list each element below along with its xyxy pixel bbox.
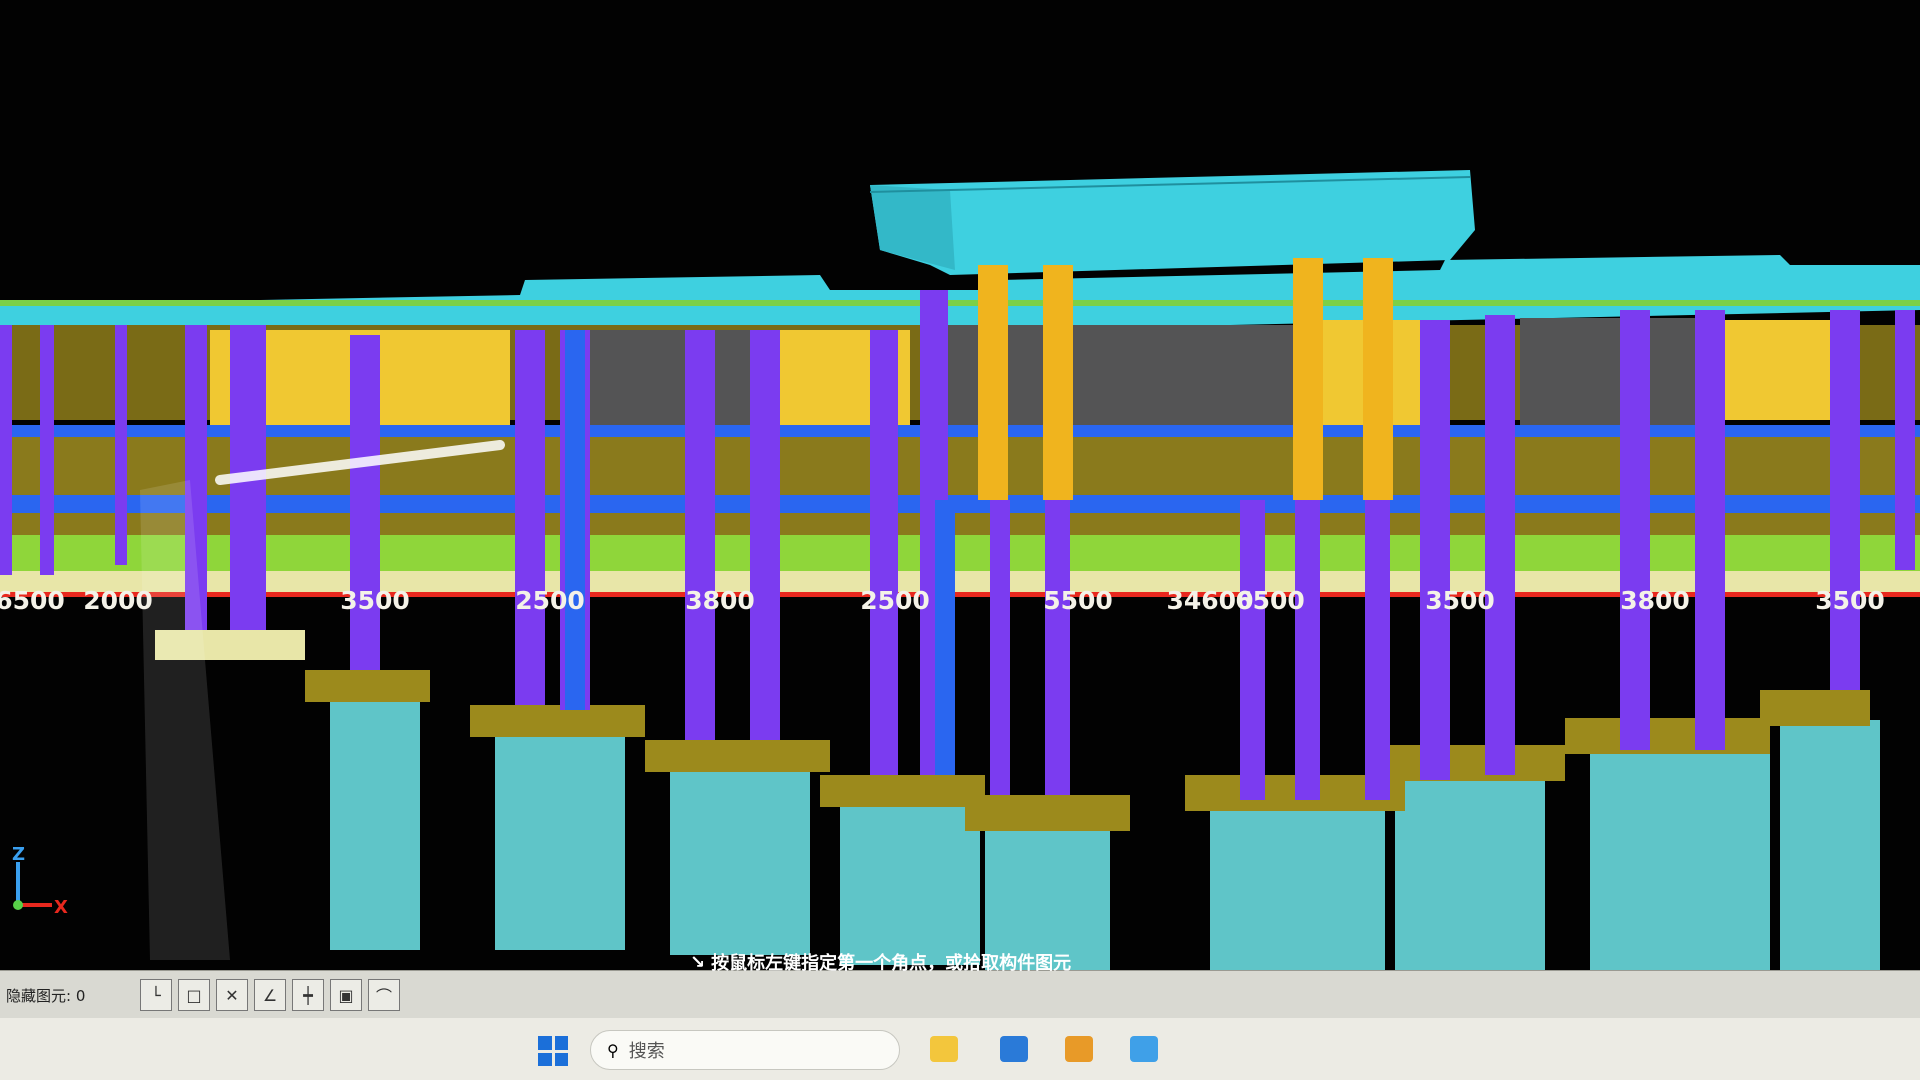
status-bar: ↘ 按鼠标左键指定第一个角点，或拾取构件图元 隐藏图元: 0 └ □ ✕ ∠ ┿… bbox=[0, 952, 1920, 1019]
dimension-label: 2000 bbox=[83, 586, 153, 615]
windows-logo-pane bbox=[554, 1036, 568, 1050]
dimension-label: 6500 bbox=[1235, 586, 1305, 615]
dimension-label: 5500 bbox=[1043, 586, 1113, 615]
structure-3d-view[interactable]: 6500 2000 3500 2500 3800 2500 5500 346006500 350… bbox=[0, 0, 1920, 970]
component-snap-icon[interactable]: ▣ bbox=[330, 979, 362, 1011]
axis-triad: Z X bbox=[12, 844, 68, 918]
polyline-snap-icon[interactable]: ⌒ bbox=[368, 979, 400, 1011]
dimension-label: 3500 bbox=[340, 586, 410, 615]
offset-snap-icon[interactable]: ┿ bbox=[292, 979, 324, 1011]
dimension-label: 3500 bbox=[1425, 586, 1495, 615]
taskbar-search-box[interactable]: ⚲ 搜索 bbox=[590, 1030, 900, 1070]
hidden-elements-count: 隐藏图元: 0 bbox=[6, 987, 86, 1005]
windows-logo-pane bbox=[538, 1052, 552, 1066]
model-viewport[interactable]: 6500 2000 3500 2500 3800 2500 5500 34600 6500 350… bbox=[0, 0, 1920, 970]
axis-x-label: X bbox=[54, 897, 68, 918]
intersection-snap-icon[interactable]: ✕ bbox=[216, 979, 248, 1011]
command-prompt: ↘ 按鼠标左键指定第一个角点，或拾取构件图元 bbox=[690, 949, 1071, 975]
pick-cursor-icon: ↘ bbox=[690, 951, 706, 973]
windows-logo-icon bbox=[538, 1036, 552, 1050]
dimension-label: 2500 bbox=[515, 586, 585, 615]
snap-toolbar: └ □ ✕ ∠ ┿ ▣ ⌒ bbox=[140, 979, 400, 1011]
app-icon[interactable] bbox=[1000, 1036, 1028, 1062]
taskbar: ⚲ 搜索 bbox=[0, 1018, 1920, 1080]
dimension-label: 6500 bbox=[0, 586, 65, 615]
corner-snap-icon[interactable]: └ bbox=[140, 979, 172, 1011]
app-icon[interactable] bbox=[1065, 1036, 1093, 1062]
app-icon[interactable] bbox=[1130, 1036, 1158, 1062]
file-explorer-icon[interactable] bbox=[930, 1036, 958, 1062]
box-select-icon[interactable]: □ bbox=[178, 979, 210, 1011]
dimension-label: 3500 bbox=[1815, 586, 1885, 615]
dimension-label: 3800 bbox=[1620, 586, 1690, 615]
windows-logo-pane bbox=[554, 1052, 568, 1066]
start-button[interactable] bbox=[538, 1036, 568, 1066]
axis-z-label: Z bbox=[12, 844, 25, 865]
command-prompt-text: 按鼠标左键指定第一个角点，或拾取构件图元 bbox=[711, 953, 1072, 974]
dimension-label: 2500 bbox=[860, 586, 930, 615]
search-placeholder: 搜索 bbox=[628, 1041, 665, 1062]
search-icon: ⚲ bbox=[607, 1040, 619, 1060]
angle-snap-icon[interactable]: ∠ bbox=[254, 979, 286, 1011]
dimension-label: 3800 bbox=[685, 586, 755, 615]
